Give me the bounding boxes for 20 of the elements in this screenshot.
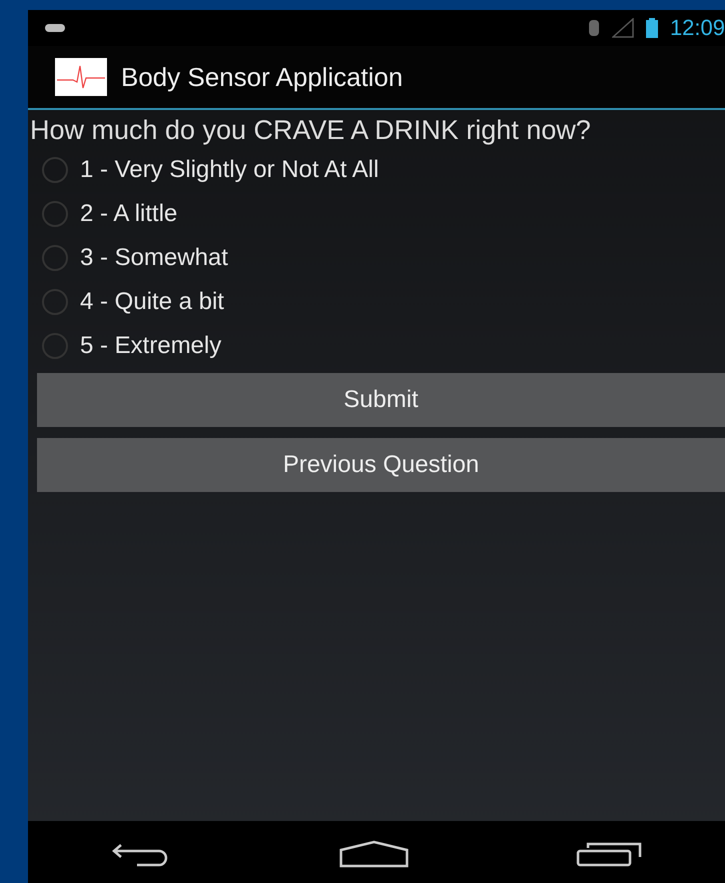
app-title: Body Sensor Application bbox=[121, 62, 403, 92]
battery-icon bbox=[646, 18, 658, 38]
recent-apps-icon[interactable] bbox=[576, 841, 642, 867]
question-text: How much do you CRAVE A DRINK right now? bbox=[30, 114, 592, 146]
previous-button[interactable]: Previous Question bbox=[37, 438, 725, 492]
answer-option[interactable]: 4 - Quite a bit bbox=[30, 280, 725, 324]
signal-icon bbox=[612, 18, 634, 38]
radio-button[interactable] bbox=[42, 201, 68, 227]
answer-option[interactable]: 5 - Extremely bbox=[30, 324, 725, 368]
home-icon[interactable] bbox=[339, 840, 410, 868]
radio-button[interactable] bbox=[42, 157, 68, 183]
answer-option[interactable]: 3 - Somewhat bbox=[30, 236, 725, 280]
clock-time: 12:09 bbox=[670, 15, 725, 41]
radio-button[interactable] bbox=[42, 289, 68, 315]
answer-option[interactable]: 1 - Very Slightly or Not At All bbox=[30, 148, 725, 192]
answer-option[interactable]: 2 - A little bbox=[30, 192, 725, 236]
submit-button[interactable]: Submit bbox=[37, 373, 725, 427]
radio-button[interactable] bbox=[42, 245, 68, 271]
radio-button[interactable] bbox=[42, 333, 68, 359]
heartbeat-icon bbox=[55, 58, 107, 96]
